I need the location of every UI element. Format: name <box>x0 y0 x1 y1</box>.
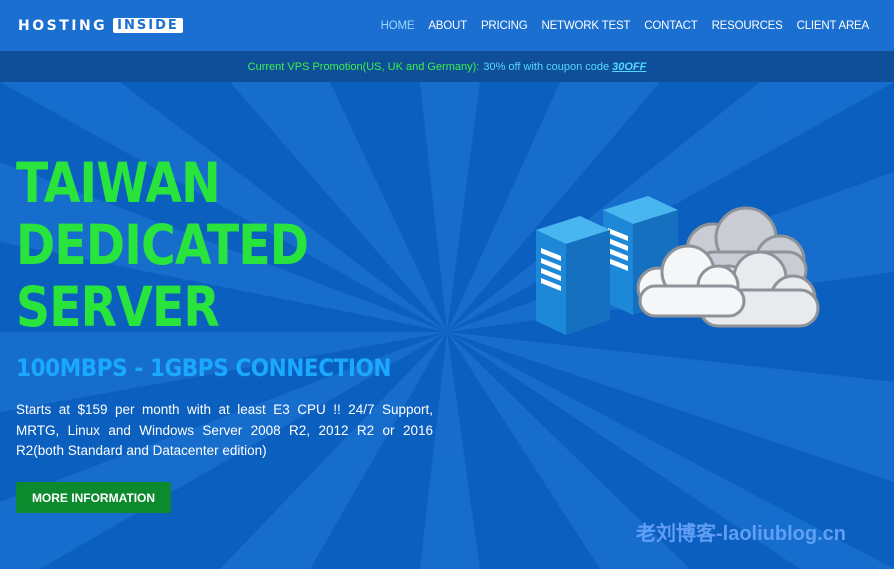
nav-home[interactable]: HOME <box>374 20 422 32</box>
hero-title-line: DEDICATED <box>16 213 309 277</box>
nav-pricing[interactable]: PRICING <box>474 20 535 32</box>
main-nav: HOME ABOUT PRICING NETWORK TEST CONTACT … <box>374 20 876 32</box>
logo[interactable]: HOSTING INSIDE <box>18 18 183 34</box>
server-cloud-illustration <box>536 196 820 335</box>
hero-section: TAIWAN DEDICATED SERVER 100MBPS - 1GBPS … <box>0 82 894 569</box>
logo-box-text: INSIDE <box>113 18 183 33</box>
watermark: 老刘博客-laoliublog.cn <box>636 523 846 545</box>
hero-title: TAIWAN DEDICATED SERVER <box>16 152 326 338</box>
server-icon <box>536 216 610 335</box>
more-information-button[interactable]: MORE INFORMATION <box>16 482 171 513</box>
promo-text: Current VPS Promotion(US, UK and Germany… <box>247 60 480 73</box>
site-header: HOSTING INSIDE HOME ABOUT PRICING NETWOR… <box>0 0 894 51</box>
promo-offer: 30% off with coupon code <box>483 60 610 73</box>
nav-resources[interactable]: RESOURCES <box>705 20 790 32</box>
hero-title-line: TAIWAN <box>16 151 221 215</box>
promo-coupon-link[interactable]: 30OFF <box>612 61 646 73</box>
nav-client-area[interactable]: CLIENT AREA <box>790 20 876 32</box>
promo-bar: Current VPS Promotion(US, UK and Germany… <box>0 51 894 82</box>
hero-title-line: SERVER <box>16 275 220 339</box>
hero-description: Starts at $159 per month with at least E… <box>16 402 433 458</box>
hero-subtitle: 100MBPS - 1GBPS CONNECTION <box>16 354 392 382</box>
logo-text: HOSTING <box>18 17 108 34</box>
nav-contact[interactable]: CONTACT <box>637 20 704 32</box>
nav-network-test[interactable]: NETWORK TEST <box>534 20 637 32</box>
nav-about[interactable]: ABOUT <box>421 20 474 32</box>
